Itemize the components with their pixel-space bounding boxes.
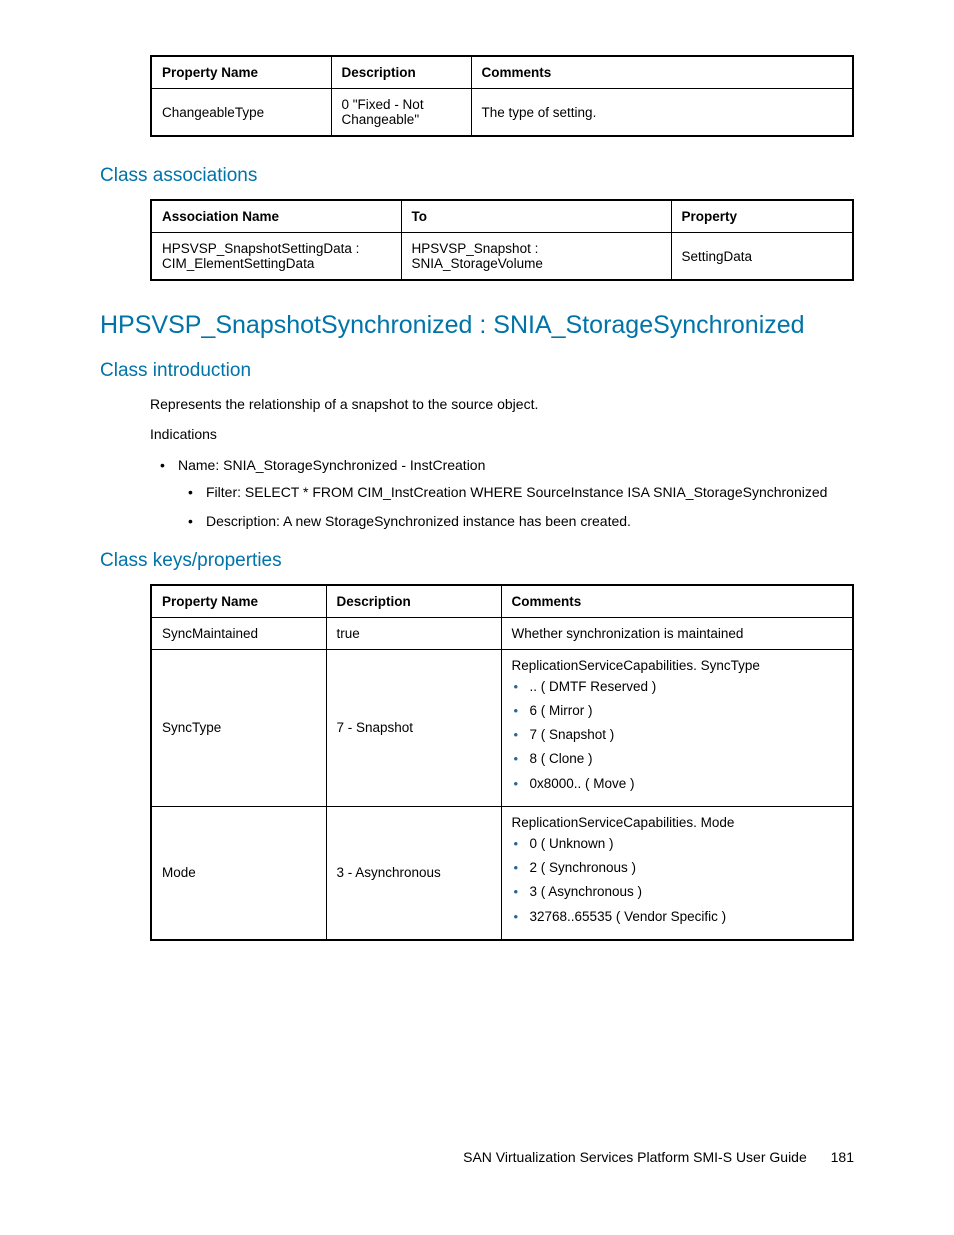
list-item: .. ( DMTF Reserved ) [512,677,843,697]
cell-comments: The type of setting. [471,89,853,137]
cell-description: 0 "Fixed - Not Changeable" [331,89,471,137]
cell-description: 3 - Asynchronous [326,806,501,940]
list-item: Filter: SELECT * FROM CIM_InstCreation W… [188,482,854,503]
list-item: Description: A new StorageSynchronized i… [188,511,854,532]
col-header: Association Name [151,200,401,233]
col-header: Comments [501,585,853,618]
list-item: 0x8000.. ( Move ) [512,774,843,794]
cell-property-name: SyncType [151,649,326,806]
list-item: 2 ( Synchronous ) [512,858,843,878]
heading-class-associations: Class associations [100,165,854,187]
list-item: 8 ( Clone ) [512,749,843,769]
comments-list: .. ( DMTF Reserved ) 6 ( Mirror ) 7 ( Snap… [512,677,843,794]
intro-paragraph: Represents the relationship of a snapsho… [150,394,854,414]
col-header: Property Name [151,56,331,89]
list-item: 3 ( Asynchronous ) [512,882,843,902]
cell-description: true [326,617,501,649]
list-item: 0 ( Unknown ) [512,834,843,854]
cell-property-name: ChangeableType [151,89,331,137]
indications-label: Indications [150,424,854,444]
page-footer: SAN Virtualization Services Platform SMI… [463,1149,854,1165]
cell-comments: ReplicationServiceCapabilities. SyncType… [501,649,853,806]
heading-class-keys: Class keys/properties [100,550,854,572]
indications-list: Name: SNIA_StorageSynchronized - InstCre… [160,455,854,532]
col-header: Description [326,585,501,618]
table-row: ChangeableType 0 "Fixed - Not Changeable… [151,89,853,137]
table-row: SyncType7 - SnapshotReplicationServiceCa… [151,649,853,806]
properties-table: Property Name Description Comments SyncM… [150,584,854,941]
list-item: Name: SNIA_StorageSynchronized - InstCre… [160,455,854,532]
col-header: Description [331,56,471,89]
table-row: Mode3 - AsynchronousReplicationServiceCa… [151,806,853,940]
property-table-top: Property Name Description Comments Chang… [150,55,854,137]
comments-title: ReplicationServiceCapabilities. Mode [512,815,843,830]
heading-main: HPSVSP_SnapshotSynchronized : SNIA_Stora… [100,311,854,340]
col-header: Property Name [151,585,326,618]
associations-table: Association Name To Property HPSVSP_Snap… [150,199,854,281]
cell-property-name: Mode [151,806,326,940]
footer-title: SAN Virtualization Services Platform SMI… [463,1149,807,1165]
cell-description: 7 - Snapshot [326,649,501,806]
cell-property-name: SyncMaintained [151,617,326,649]
col-header: To [401,200,671,233]
list-item: 7 ( Snapshot ) [512,725,843,745]
table-row: SyncMaintainedtrueWhether synchronizatio… [151,617,853,649]
cell-comments: Whether synchronization is maintained [501,617,853,649]
table-row: HPSVSP_SnapshotSettingData : CIM_Element… [151,233,853,281]
cell-to: HPSVSP_Snapshot : SNIA_StorageVolume [401,233,671,281]
col-header: Property [671,200,853,233]
cell-association-name: HPSVSP_SnapshotSettingData : CIM_Element… [151,233,401,281]
footer-page-number: 181 [831,1149,854,1165]
indication-name: Name: SNIA_StorageSynchronized - InstCre… [178,457,485,473]
cell-property: SettingData [671,233,853,281]
cell-comments: ReplicationServiceCapabilities. Mode 0 ( … [501,806,853,940]
heading-class-introduction: Class introduction [100,360,854,382]
comments-list: 0 ( Unknown ) 2 ( Synchronous ) 3 ( Asynch… [512,834,843,927]
comments-title: ReplicationServiceCapabilities. SyncType [512,658,843,673]
list-item: 6 ( Mirror ) [512,701,843,721]
col-header: Comments [471,56,853,89]
list-item: 32768..65535 ( Vendor Specific ) [512,907,843,927]
